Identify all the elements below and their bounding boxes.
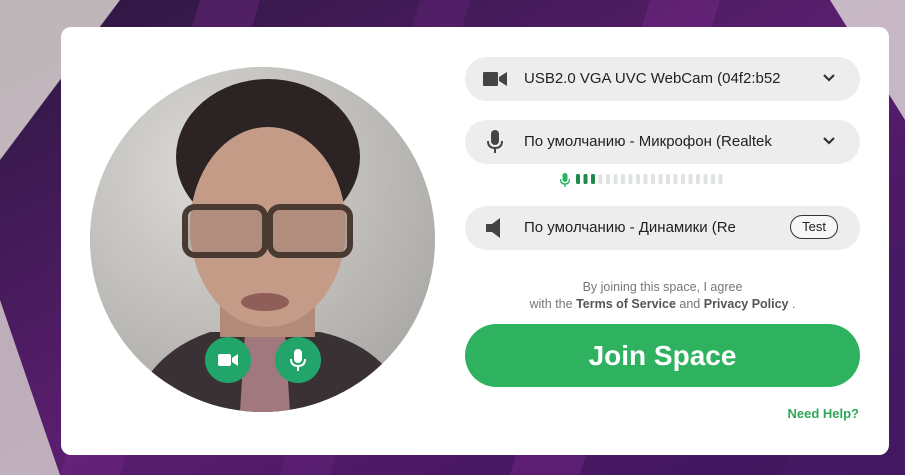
agreement-end: .: [792, 297, 796, 311]
terms-agreement: By joining this space, I agree with the …: [465, 279, 860, 313]
mic-level-segment: [696, 174, 700, 184]
mic-level-segment: [658, 174, 663, 184]
mic-level-segment: [651, 174, 655, 184]
mic-level-segment: [643, 174, 648, 184]
mic-level-segment: [621, 174, 625, 184]
mic-level-meter: [560, 172, 780, 188]
microphone-icon: [483, 130, 507, 154]
mic-level-segment: [628, 174, 633, 184]
terms-of-service-link[interactable]: Terms of Service: [576, 297, 676, 311]
microphone-select-value: По умолчанию - Микрофон (Realtek: [524, 133, 772, 150]
mic-level-segment: [606, 174, 610, 184]
camera-select-value: USB2.0 VGA UVC WebCam (04f2:b52: [524, 70, 781, 87]
mic-level-segment: [673, 174, 678, 184]
chevron-down-icon: [823, 74, 835, 82]
agreement-prefix: with the: [529, 297, 573, 311]
mic-level-segment: [636, 174, 640, 184]
camera-preview: [90, 67, 435, 412]
mic-level-segment: [681, 174, 685, 184]
microphone-toggle-button[interactable]: [275, 337, 321, 383]
camera-toggle-button[interactable]: [205, 337, 251, 383]
mic-level-segment: [591, 174, 595, 184]
need-help-link[interactable]: Need Help?: [787, 406, 859, 421]
agreement-line-1: By joining this space, I agree: [582, 280, 743, 294]
mic-level-segment: [613, 174, 618, 184]
camera-select[interactable]: USB2.0 VGA UVC WebCam (04f2:b52: [465, 57, 860, 101]
speaker-icon: [483, 216, 507, 240]
mic-level-segment: [703, 174, 708, 184]
join-space-button[interactable]: Join Space: [465, 324, 860, 387]
speaker-select[interactable]: По умолчанию - Динамики (Re Test: [465, 206, 860, 250]
mic-level-segment: [711, 174, 715, 184]
camera-icon: [483, 67, 507, 91]
mic-level-segment: [598, 174, 603, 184]
test-speaker-button[interactable]: Test: [790, 215, 838, 239]
mic-level-segment: [688, 174, 693, 184]
chevron-down-icon: [823, 137, 835, 145]
microphone-icon: [290, 349, 306, 371]
speaker-select-value: По умолчанию - Динамики (Re: [524, 219, 736, 236]
agreement-and: and: [679, 297, 701, 311]
privacy-policy-link[interactable]: Privacy Policy: [704, 297, 789, 311]
mic-level-segment: [576, 174, 580, 184]
mic-level-segment: [666, 174, 670, 184]
mic-level-segment: [718, 174, 723, 184]
video-camera-icon: [218, 354, 238, 366]
microphone-select[interactable]: По умолчанию - Микрофон (Realtek: [465, 120, 860, 164]
mic-level-segment: [583, 174, 588, 184]
microphone-icon: [560, 173, 570, 187]
